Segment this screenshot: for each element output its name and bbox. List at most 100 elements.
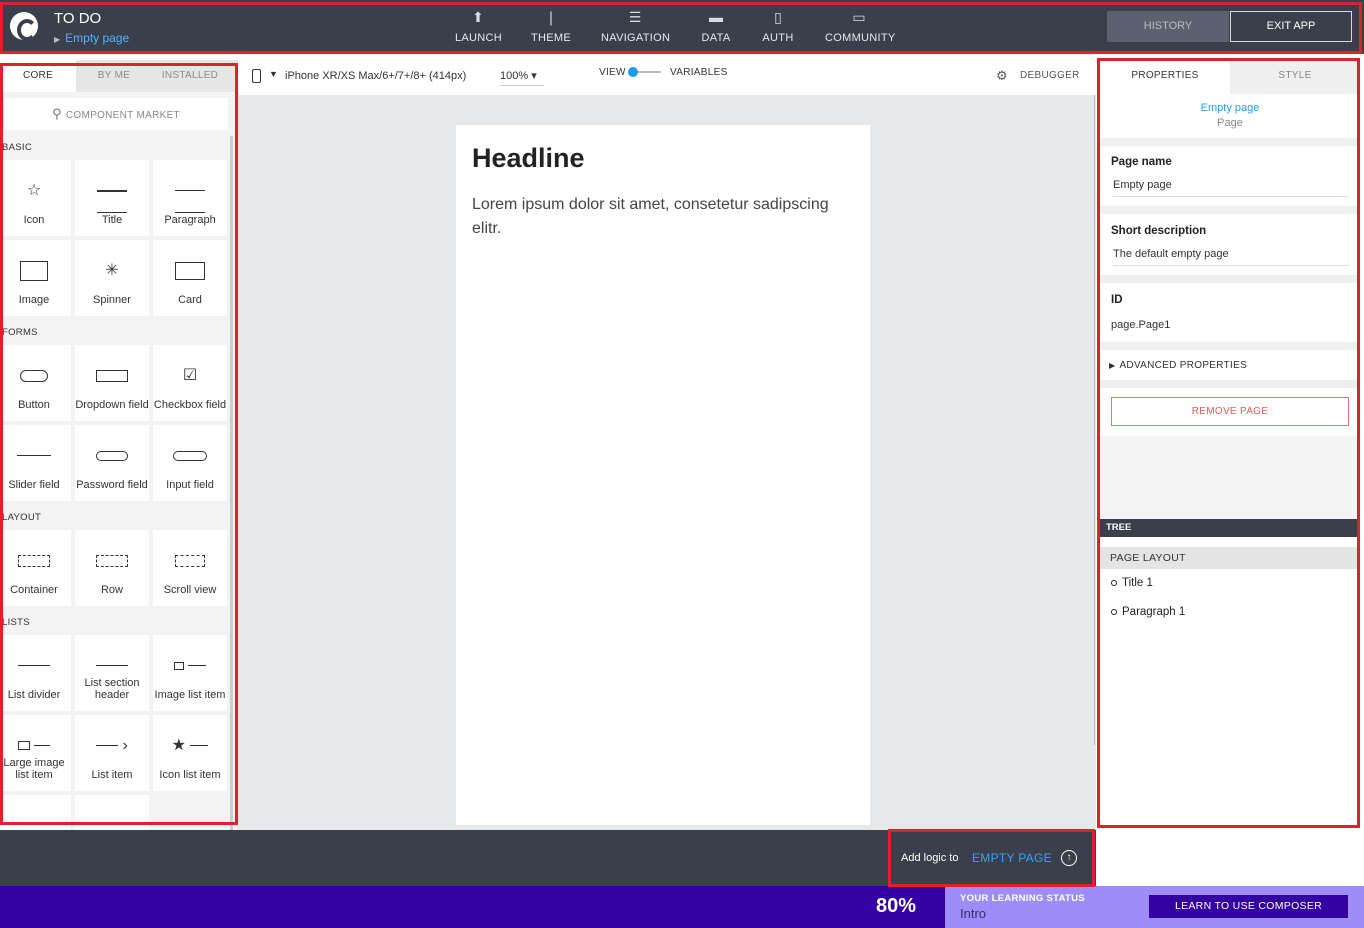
current-page-link[interactable]: ▶ Empty page xyxy=(54,31,129,45)
arrow-up-circle-icon[interactable]: ↑ xyxy=(1061,850,1077,866)
component-input[interactable]: Input field xyxy=(153,425,227,501)
tree-item-title[interactable]: Title 1 xyxy=(1111,577,1153,589)
learn-composer-button[interactable]: LEARN TO USE COMPOSER xyxy=(1149,895,1348,918)
component-market-label: COMPONENT MARKET xyxy=(65,110,180,121)
component-more-1[interactable] xyxy=(0,795,71,830)
preview-headline[interactable]: Headline xyxy=(472,143,585,174)
component-list-divider[interactable]: List divider xyxy=(0,635,71,711)
component-label: Paragraph xyxy=(164,214,216,226)
search-icon: ⚲ xyxy=(52,106,62,121)
selected-element-type: Page xyxy=(1217,117,1243,129)
input-icon xyxy=(153,445,227,467)
short-description-input[interactable]: The default empty page xyxy=(1113,248,1349,266)
component-image[interactable]: Image xyxy=(0,240,71,316)
tree-page-layout[interactable]: PAGE LAYOUT xyxy=(1100,547,1360,569)
history-button[interactable]: HISTORY xyxy=(1107,11,1229,42)
app-title: TO DO xyxy=(54,10,102,27)
exit-app-button[interactable]: EXIT APP xyxy=(1230,11,1352,42)
tab-core[interactable]: CORE xyxy=(0,60,76,92)
nav-launch[interactable]: ⬆ LAUNCH xyxy=(455,8,502,44)
component-list-item[interactable]: › List item xyxy=(75,715,149,791)
component-label: Button xyxy=(18,399,50,411)
component-list-section-header[interactable]: List section header xyxy=(75,635,149,711)
component-slider[interactable]: Slider field xyxy=(0,425,71,501)
component-password[interactable]: Password field xyxy=(75,425,149,501)
component-container[interactable]: Container xyxy=(0,530,71,606)
nav-theme-label: THEME xyxy=(531,32,571,44)
component-label: Icon list item xyxy=(159,769,221,781)
component-spinner[interactable]: ✳ Spinner xyxy=(75,240,149,316)
component-label: Card xyxy=(178,294,202,306)
component-label: Row xyxy=(100,584,123,596)
component-panel: CORE BY ME INSTALLED ⚲ COMPONENT MARKET B… xyxy=(0,60,238,830)
canvas-toolbar: ▼ iPhone XR/XS Max/6+/7+/8+ (414px) 100%… xyxy=(238,60,1096,95)
advanced-properties-label: ADVANCED PROPERTIES xyxy=(1119,360,1248,371)
component-scroll-view[interactable]: Scroll view xyxy=(153,530,227,606)
list-icon: ☰ xyxy=(628,9,642,25)
component-row[interactable]: Row xyxy=(75,530,149,606)
id-value: page.Page1 xyxy=(1111,319,1171,331)
component-icon-list-item[interactable]: ★ Icon list item xyxy=(153,715,227,791)
phone-preview: Headline Lorem ipsum dolor sit amet, con… xyxy=(456,125,870,825)
remove-page-button[interactable]: REMOVE PAGE xyxy=(1111,397,1349,426)
add-logic-page-link[interactable]: EMPTY PAGE xyxy=(972,851,1052,865)
list-divider-icon xyxy=(0,655,71,677)
bug-icon[interactable]: ⚙ xyxy=(996,68,1008,84)
component-card[interactable]: Card xyxy=(153,240,227,316)
device-select[interactable]: iPhone XR/XS Max/6+/7+/8+ (414px) xyxy=(285,70,466,82)
upload-circle-icon: ⬆ xyxy=(472,9,484,25)
debugger-button[interactable]: DEBUGGER xyxy=(1020,70,1080,81)
tab-style[interactable]: STYLE xyxy=(1230,60,1360,94)
app-logo-icon[interactable] xyxy=(10,12,38,41)
phone-icon[interactable] xyxy=(252,69,261,83)
paragraph-icon xyxy=(153,180,227,214)
tab-properties[interactable]: PROPERTIES xyxy=(1100,60,1230,94)
advanced-properties-toggle[interactable]: ▶ ADVANCED PROPERTIES xyxy=(1109,360,1247,371)
tab-by-me[interactable]: BY ME xyxy=(76,60,152,92)
password-icon xyxy=(75,445,149,467)
component-checkbox[interactable]: ☑ Checkbox field xyxy=(153,345,227,421)
dropdown-icon xyxy=(75,365,149,387)
icon-list-item-icon: ★ xyxy=(153,735,227,757)
component-more-2[interactable] xyxy=(75,795,149,830)
component-tabs: CORE BY ME INSTALLED xyxy=(0,60,238,92)
component-title[interactable]: Title xyxy=(75,160,149,236)
node-icon xyxy=(1111,608,1117,615)
nav-data-label: DATA xyxy=(701,32,731,44)
nav-community[interactable]: ▭ COMMUNITY xyxy=(825,8,895,44)
zoom-select[interactable]: 100% ▾ xyxy=(500,69,544,86)
component-large-image-list-item[interactable]: Large image list item xyxy=(0,715,71,791)
nav-auth[interactable]: ▯ AUTH xyxy=(762,8,794,44)
editor-canvas: ▼ iPhone XR/XS Max/6+/7+/8+ (414px) 100%… xyxy=(238,60,1096,830)
view-variables-toggle[interactable] xyxy=(628,67,638,77)
component-label: Spinner xyxy=(93,294,131,306)
component-label: Image xyxy=(18,294,50,306)
component-icon[interactable]: ☆ Icon xyxy=(0,160,71,236)
component-label: Checkbox field xyxy=(153,399,227,411)
component-label: Scroll view xyxy=(163,584,217,596)
canvas-scrollbar[interactable] xyxy=(1094,95,1095,745)
star-icon: ☆ xyxy=(26,182,42,199)
divider xyxy=(1100,138,1358,146)
component-panel-scrollbar[interactable] xyxy=(230,136,233,830)
chevron-down-icon[interactable]: ▼ xyxy=(269,69,278,79)
tab-installed[interactable]: INSTALLED xyxy=(152,60,228,92)
preview-paragraph[interactable]: Lorem ipsum dolor sit amet, consetetur s… xyxy=(472,193,862,241)
short-description-label: Short description xyxy=(1111,225,1207,237)
component-paragraph[interactable]: Paragraph xyxy=(153,160,227,236)
component-market-button[interactable]: ⚲ COMPONENT MARKET xyxy=(4,98,228,130)
nav-theme[interactable]: ❘ THEME xyxy=(531,8,571,44)
list-section-header-icon xyxy=(75,655,149,677)
component-button[interactable]: Button xyxy=(0,345,71,421)
scroll-view-icon xyxy=(153,550,227,572)
component-image-list-item[interactable]: Image list item xyxy=(153,635,227,711)
tree-item-paragraph[interactable]: Paragraph 1 xyxy=(1111,606,1185,618)
card-icon xyxy=(153,260,227,282)
properties-panel: PROPERTIES STYLE Empty page Page Page na… xyxy=(1100,60,1360,828)
component-dropdown[interactable]: Dropdown field xyxy=(75,345,149,421)
container-icon xyxy=(0,550,71,572)
nav-data[interactable]: ▬ DATA xyxy=(700,8,732,44)
page-name-input[interactable]: Empty page xyxy=(1113,179,1349,197)
selected-element-name[interactable]: Empty page xyxy=(1100,102,1360,114)
nav-navigation[interactable]: ☰ NAVIGATION xyxy=(601,8,670,44)
